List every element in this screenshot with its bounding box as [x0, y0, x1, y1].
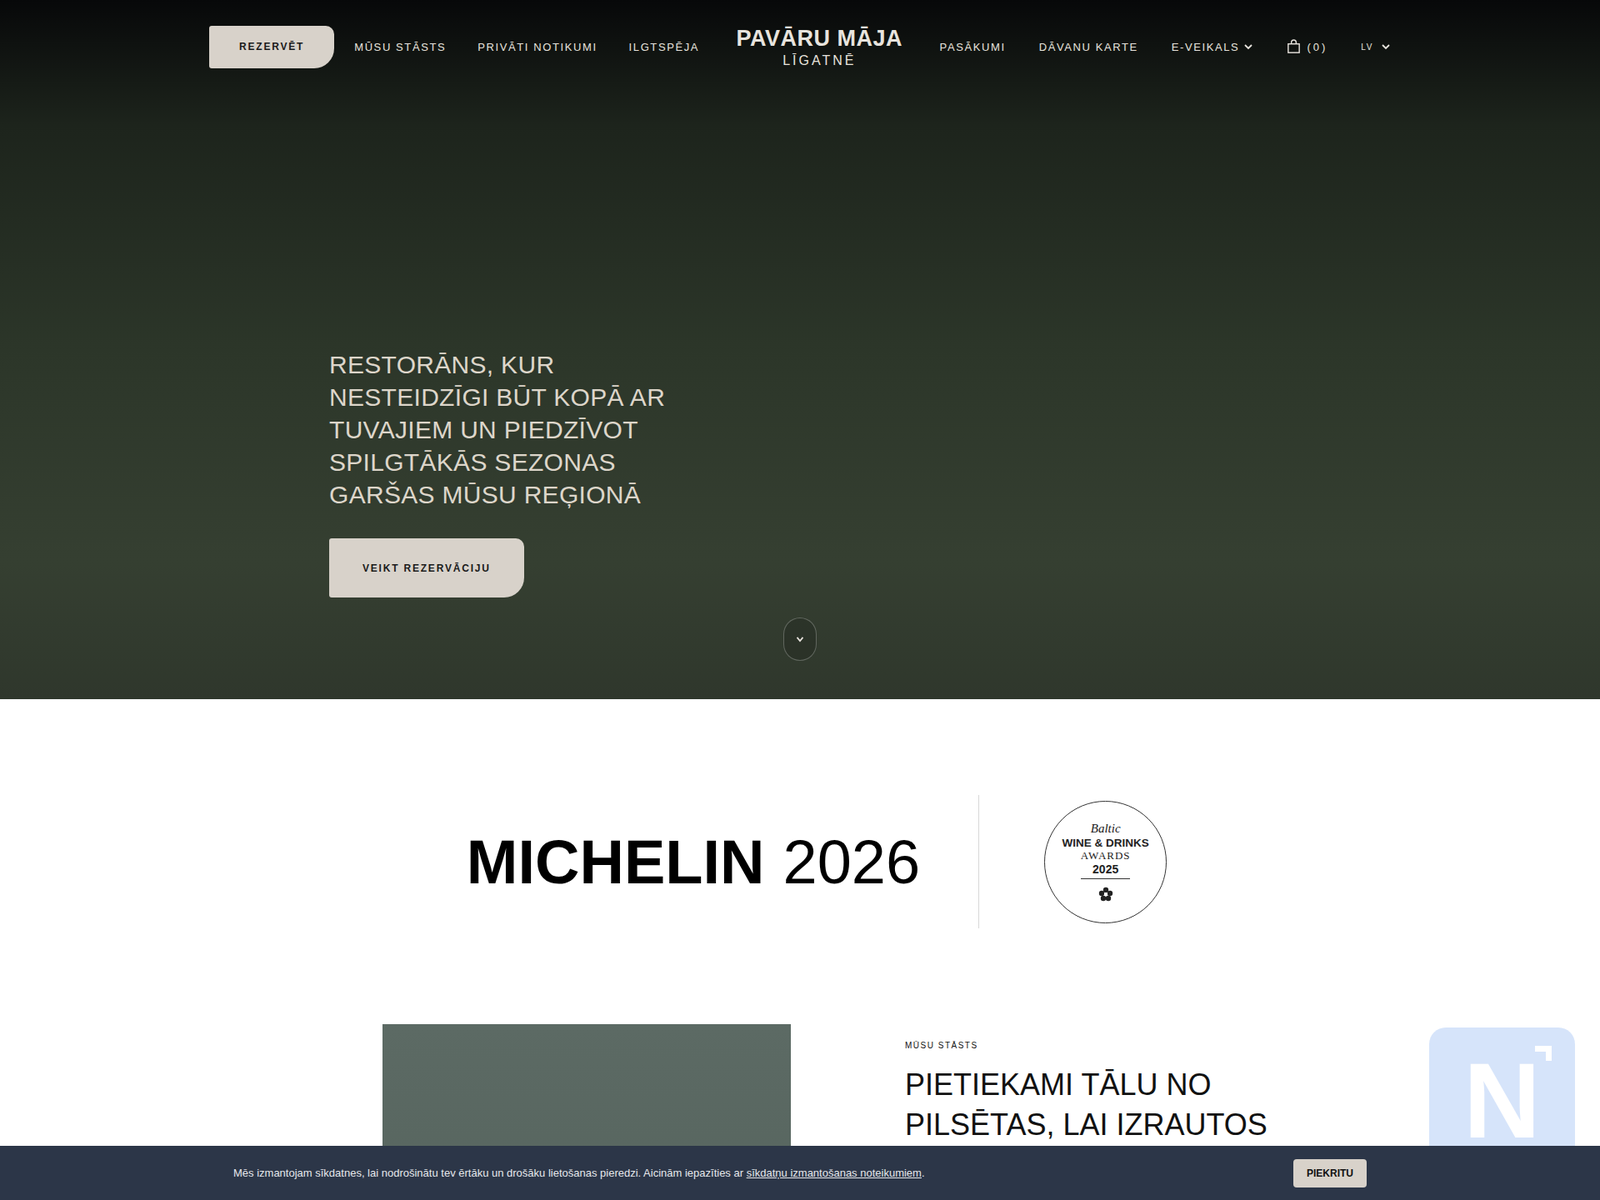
badge-title: WINE & DRINKS: [1062, 836, 1150, 850]
nav-item[interactable]: ILGTSPĒJA: [629, 40, 700, 54]
hero-content: RESTORĀNS, KUR NESTEIDZĪGI BŪT KOPĀ AR T…: [329, 348, 1600, 598]
scroll-area: [0, 617, 1600, 661]
story-label: MŪSU STĀSTS: [905, 1040, 1289, 1050]
nav-item[interactable]: DĀVANU KARTE: [1039, 40, 1139, 54]
hero: REZERVĒT MŪSU STĀSTS PRIVĀTI NOTIKUMI ILGTS…: [0, 0, 1600, 700]
badge-year: 2025: [1080, 862, 1130, 880]
flower-icon: [1097, 885, 1115, 903]
cookie-policy-link[interactable]: sīkdatņu izmantošanas noteikumiem: [746, 1166, 922, 1180]
michelin-name: MICHELIN: [466, 827, 765, 897]
page: REZERVĒT MŪSU STĀSTS PRIVĀTI NOTIKUMI ILGTS…: [0, 0, 1600, 1200]
nav-item[interactable]: MŪSU STĀSTS: [354, 40, 446, 54]
accept-cookies-button[interactable]: PIEKRITU: [1293, 1159, 1367, 1188]
hero-heading: RESTORĀNS, KUR NESTEIDZĪGI BŪT KOPĀ AR T…: [329, 348, 705, 511]
widget-logo: N: [1463, 1047, 1540, 1155]
chevron-down-icon: [1381, 42, 1390, 51]
shopping-bag-icon: [1285, 39, 1302, 55]
divider: [978, 795, 980, 929]
main-nav: REZERVĒT MŪSU STĀSTS PRIVĀTI NOTIKUMI ILGTS…: [209, 0, 1390, 69]
cart-button[interactable]: (0): [1285, 39, 1328, 55]
nav-item[interactable]: PASĀKUMI: [940, 40, 1006, 54]
badge-subtitle: AWARDS: [1080, 849, 1131, 863]
widget-mark: [1535, 1045, 1552, 1061]
chevron-down-icon: [1244, 42, 1253, 51]
logo-title: PAVĀRU MĀJA: [736, 25, 904, 52]
story-heading: PIETIEKAMI TĀLU NO PILSĒTAS, LAI IZRAUTO…: [905, 1065, 1289, 1145]
logo[interactable]: PAVĀRU MĀJALĪGATNĒ: [736, 25, 904, 69]
michelin-year: 2026: [783, 827, 921, 897]
cookie-bar: Mēs izmantojam sīkdatnes, lai nodrošināt…: [0, 1145, 1600, 1200]
michelin-award: MICHELIN 2026: [466, 826, 920, 898]
scroll-down-button[interactable]: [783, 617, 817, 661]
cookie-text: Mēs izmantojam sīkdatnes, lai nodrošināt…: [233, 1166, 925, 1180]
cart-count: (0): [1306, 40, 1328, 54]
reserve-button[interactable]: REZERVĒT: [209, 25, 335, 69]
wine-awards-badge: BalticWINE & DRINKSAWARDS2025: [1044, 800, 1167, 924]
badge-script: Baltic: [1090, 821, 1121, 836]
nav-left: REZERVĒT MŪSU STĀSTS PRIVĀTI NOTIKUMI ILGTS…: [209, 25, 700, 69]
chevron-down-icon: [794, 633, 806, 645]
nav-item[interactable]: E-VEIKALS: [1171, 40, 1254, 54]
awards: MICHELIN 2026 BalticWINE & DRINKSAWARDS202…: [0, 699, 1600, 1025]
language-select[interactable]: LV: [1360, 42, 1390, 52]
nav-item[interactable]: PRIVĀTI NOTIKUMI: [477, 40, 597, 54]
nav-right: PASĀKUMI DĀVANU KARTE E-VEIKALS (0) LV: [940, 39, 1390, 55]
logo-subtitle: LĪGATNĒ: [736, 53, 904, 69]
make-reservation-button[interactable]: VEIKT REZERVĀCIJU: [329, 538, 525, 598]
